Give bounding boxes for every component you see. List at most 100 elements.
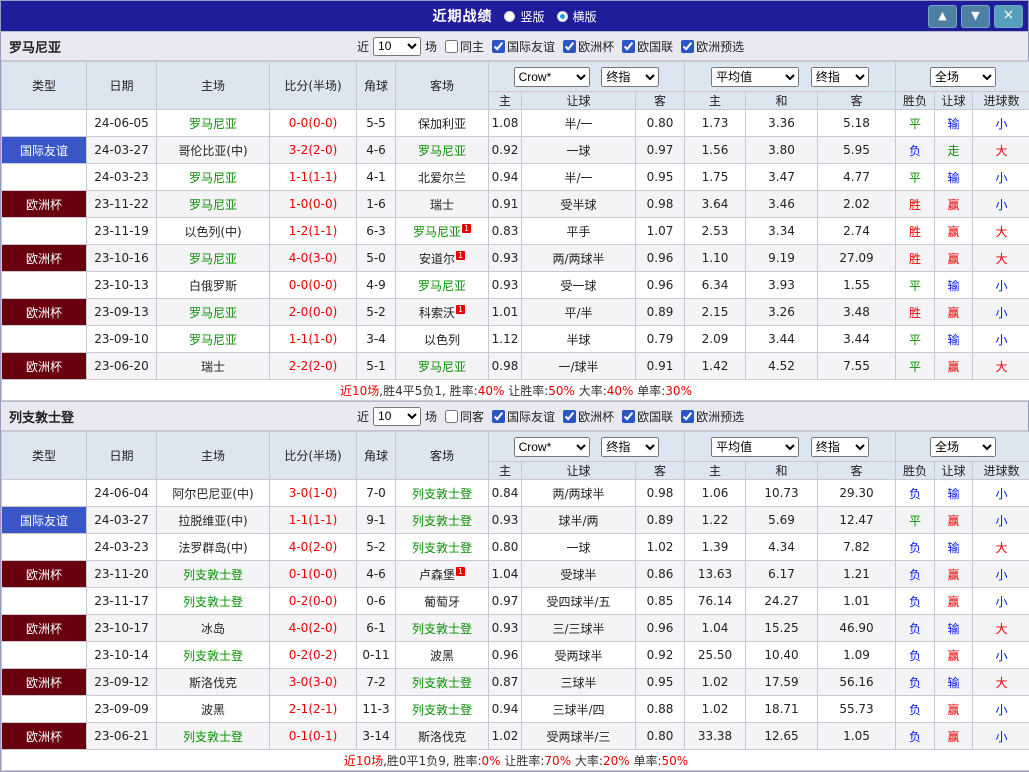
match-row: 欧洲杯23-06-20瑞士2-2(2-0)5-1罗马尼亚0.98一/球半0.91…	[2, 353, 1029, 380]
avg-away-odds: 1.55	[818, 272, 896, 299]
competition-type: 欧洲杯	[2, 326, 87, 353]
away-team[interactable]: 以色列	[396, 326, 489, 353]
home-team[interactable]: 哥伦比亚(中)	[157, 137, 270, 164]
avg-source-select[interactable]: 平均值	[711, 437, 799, 457]
same-venue-option[interactable]: 同主	[440, 38, 484, 55]
away-team[interactable]: 罗马尼亚	[396, 137, 489, 164]
radio-label[interactable]: 竖版	[520, 8, 544, 25]
result-wdl: 平	[896, 353, 935, 380]
radio-icon[interactable]	[504, 11, 515, 22]
away-team[interactable]: 保加利亚	[396, 110, 489, 137]
handicap-home-odds: 0.96	[489, 642, 522, 669]
away-team[interactable]: 葡萄牙	[396, 588, 489, 615]
home-team[interactable]: 斯洛伐克	[157, 669, 270, 696]
home-team[interactable]: 白俄罗斯	[157, 272, 270, 299]
odds-source-select[interactable]: Crow*	[514, 437, 590, 457]
avg-final-select[interactable]: 终指	[811, 437, 869, 457]
handicap-home-odds: 0.98	[489, 353, 522, 380]
match-date: 24-06-05	[87, 110, 157, 137]
away-team[interactable]: 斯洛伐克	[396, 723, 489, 750]
away-team[interactable]: 列支敦士登	[396, 615, 489, 642]
match-date: 24-06-04	[87, 480, 157, 507]
same-venue-checkbox[interactable]	[445, 410, 458, 423]
away-team[interactable]: 卢森堡1	[396, 561, 489, 588]
away-team[interactable]: 波黑	[396, 642, 489, 669]
match-count-select[interactable]: 10	[373, 37, 421, 56]
home-team[interactable]: 阿尔巴尼亚(中)	[157, 480, 270, 507]
comp-friendly-checkbox[interactable]	[492, 40, 505, 53]
radio-icon[interactable]	[557, 11, 568, 22]
home-team[interactable]: 罗马尼亚	[157, 191, 270, 218]
match-row: 欧洲杯23-09-13罗马尼亚2-0(0-0)5-2科索沃11.01平/半0.8…	[2, 299, 1029, 326]
away-team[interactable]: 罗马尼亚1	[396, 218, 489, 245]
comp-eurocup-checkbox[interactable]	[563, 410, 576, 423]
radio-label[interactable]: 横版	[573, 8, 597, 25]
comp-nationsleague-checkbox[interactable]	[622, 410, 635, 423]
avg-final-select[interactable]: 终指	[811, 67, 869, 87]
home-team[interactable]: 列支敦士登	[157, 588, 270, 615]
away-team[interactable]: 列支敦士登	[396, 669, 489, 696]
comp-friendly-checkbox[interactable]	[492, 410, 505, 423]
corner-score: 5-2	[357, 299, 396, 326]
competition-type: 国际友谊	[2, 137, 87, 164]
home-team[interactable]: 以色列(中)	[157, 218, 270, 245]
comp-eurocup-option[interactable]: 欧洲杯	[558, 38, 614, 55]
comp-nationsleague-checkbox[interactable]	[622, 40, 635, 53]
away-team[interactable]: 列支敦士登	[396, 480, 489, 507]
home-team[interactable]: 罗马尼亚	[157, 110, 270, 137]
col-avg-away: 客	[818, 92, 896, 110]
avg-source-select[interactable]: 平均值	[711, 67, 799, 87]
home-team[interactable]: 列支敦士登	[157, 642, 270, 669]
odds-source-select[interactable]: Crow*	[514, 67, 590, 87]
home-team[interactable]: 拉脱维亚(中)	[157, 507, 270, 534]
scope-select[interactable]: 全场	[930, 437, 996, 457]
away-team[interactable]: 罗马尼亚	[396, 272, 489, 299]
handicap-line: 两/两球半	[522, 245, 636, 272]
home-team[interactable]: 列支敦士登	[157, 561, 270, 588]
close-button[interactable]: ×	[994, 5, 1023, 28]
comp-nationsleague-option[interactable]: 欧国联	[617, 38, 673, 55]
comp-euroqualifier-checkbox[interactable]	[681, 40, 694, 53]
corner-score: 5-0	[357, 245, 396, 272]
away-team[interactable]: 瑞士	[396, 191, 489, 218]
same-venue-checkbox[interactable]	[445, 40, 458, 53]
comp-euroqualifier-checkbox[interactable]	[681, 410, 694, 423]
scroll-down-button[interactable]: ▼	[961, 5, 990, 28]
result-handicap: 输	[935, 669, 973, 696]
view-option-vertical[interactable]: 竖版	[504, 8, 544, 25]
comp-friendly-option[interactable]: 国际友谊	[487, 408, 555, 425]
corner-score: 4-6	[357, 137, 396, 164]
col-odds-home: 主	[489, 462, 522, 480]
away-team[interactable]: 列支敦士登	[396, 696, 489, 723]
scope-select[interactable]: 全场	[930, 67, 996, 87]
home-team[interactable]: 罗马尼亚	[157, 299, 270, 326]
same-venue-option[interactable]: 同客	[440, 408, 484, 425]
away-team[interactable]: 北爱尔兰	[396, 164, 489, 191]
home-team[interactable]: 波黑	[157, 696, 270, 723]
match-count-select[interactable]: 10	[373, 407, 421, 426]
home-team[interactable]: 列支敦士登	[157, 723, 270, 750]
view-option-horizontal[interactable]: 横版	[557, 8, 597, 25]
home-team[interactable]: 法罗群岛(中)	[157, 534, 270, 561]
away-team[interactable]: 安道尔1	[396, 245, 489, 272]
away-team[interactable]: 列支敦士登	[396, 534, 489, 561]
home-team[interactable]: 罗马尼亚	[157, 245, 270, 272]
away-team[interactable]: 科索沃1	[396, 299, 489, 326]
comp-nationsleague-option[interactable]: 欧国联	[617, 408, 673, 425]
comp-euroqualifier-option[interactable]: 欧洲预选	[676, 408, 744, 425]
home-team[interactable]: 冰岛	[157, 615, 270, 642]
scroll-up-button[interactable]: ▲	[928, 5, 957, 28]
odds-final-select[interactable]: 终指	[601, 437, 659, 457]
comp-eurocup-option[interactable]: 欧洲杯	[558, 408, 614, 425]
home-team[interactable]: 瑞士	[157, 353, 270, 380]
comp-euroqualifier-option[interactable]: 欧洲预选	[676, 38, 744, 55]
away-team[interactable]: 列支敦士登	[396, 507, 489, 534]
comp-friendly-option[interactable]: 国际友谊	[487, 38, 555, 55]
col-avg-away: 客	[818, 462, 896, 480]
col-home: 主场	[157, 432, 270, 480]
home-team[interactable]: 罗马尼亚	[157, 326, 270, 353]
home-team[interactable]: 罗马尼亚	[157, 164, 270, 191]
comp-eurocup-checkbox[interactable]	[563, 40, 576, 53]
away-team[interactable]: 罗马尼亚	[396, 353, 489, 380]
odds-final-select[interactable]: 终指	[601, 67, 659, 87]
